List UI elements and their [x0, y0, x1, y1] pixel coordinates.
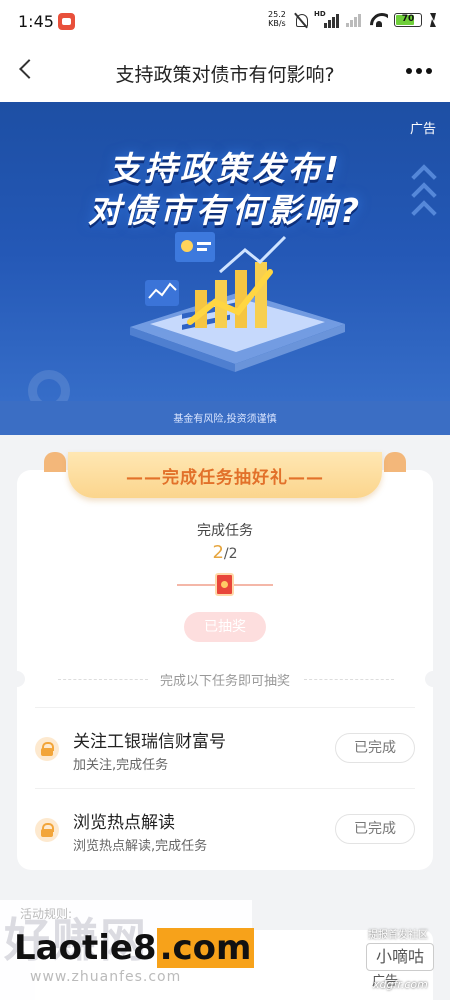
hd-label: HD: [314, 10, 326, 18]
task-title: 关注工银瑞信财富号: [73, 732, 226, 752]
battery-level: 70: [401, 14, 415, 24]
back-icon[interactable]: [19, 59, 39, 79]
ribbon-tail-left: [44, 452, 66, 472]
ribbon-tail-right: [384, 452, 406, 472]
network-speed-unit: KB/s: [268, 19, 286, 28]
watermark-report-text: 提报首发社区: [368, 930, 428, 941]
app-notification-icon: [58, 13, 75, 30]
draw-lottery-button[interactable]: 已抽奖: [184, 612, 266, 642]
nav-bar: 支持政策对债市有何影响?: [0, 44, 450, 102]
wifi-icon: [370, 13, 388, 27]
watermark-sub-text: www.zhuanfes.com: [30, 969, 182, 985]
watermark-logo-tail: .com: [156, 928, 255, 968]
risk-disclaimer: 基金有风险,投资须谨慎: [173, 414, 277, 425]
hd-signal-icon: HD: [314, 10, 340, 28]
more-icon[interactable]: [406, 68, 432, 76]
banner-headline-line2: 对债市有何影响?: [87, 191, 363, 230]
status-time: 1:45: [18, 12, 54, 31]
watermark-xdg-label: 小嘀咕: [366, 943, 434, 971]
task-status-button[interactable]: 已完成: [335, 814, 415, 844]
task-description: 浏览热点解读,完成任务: [73, 839, 208, 854]
progress-label: 完成任务: [197, 523, 253, 539]
charging-icon: [428, 13, 436, 27]
task-ribbon-title: ——完成任务抽好礼——: [126, 468, 324, 488]
red-packet-icon: [215, 573, 234, 596]
watermark-logo-main: Laotie8: [14, 928, 157, 968]
tasks-divider-text: 完成以下任务即可抽奖: [159, 674, 290, 689]
progress-total: /2: [223, 546, 238, 562]
task-row: 关注工银瑞信财富号 加关注,完成任务 已完成: [35, 707, 415, 787]
banner-headline-line1: 支持政策发布!: [107, 149, 343, 188]
watermark-domain: xdgfr.com: [373, 978, 428, 991]
ad-tag: 广告: [409, 122, 436, 137]
status-bar: 1:45 25.2 KB/s HD 70: [0, 0, 450, 44]
progress-done: 2: [212, 542, 224, 563]
page-title: 支持政策对债市有何影响?: [115, 64, 335, 86]
watermark-logo: Laotie8.com: [14, 928, 255, 968]
task-row: 浏览热点解读 浏览热点解读,完成任务 已完成: [35, 788, 415, 868]
lock-icon: [35, 737, 59, 761]
status-icons: HD 70: [294, 10, 436, 28]
progress-count: 2/2: [0, 542, 450, 563]
task-description: 加关注,完成任务: [73, 758, 169, 773]
bell-off-icon: [294, 12, 308, 28]
task-status-button[interactable]: 已完成: [335, 733, 415, 763]
network-speed: 25.2 KB/s: [268, 10, 286, 28]
task-title: 浏览热点解读: [73, 813, 175, 833]
chevron-up-icon: [411, 164, 438, 226]
finance-chart-illustration: [130, 232, 345, 372]
lock-icon: [35, 818, 59, 842]
signal-icon: [346, 13, 364, 27]
ad-banner[interactable]: 广告 支持政策发布! 对债市有何影响? 基金有风险,投资须谨慎: [0, 102, 450, 435]
battery-icon: 70: [394, 13, 422, 27]
network-speed-value: 25.2: [268, 10, 286, 19]
